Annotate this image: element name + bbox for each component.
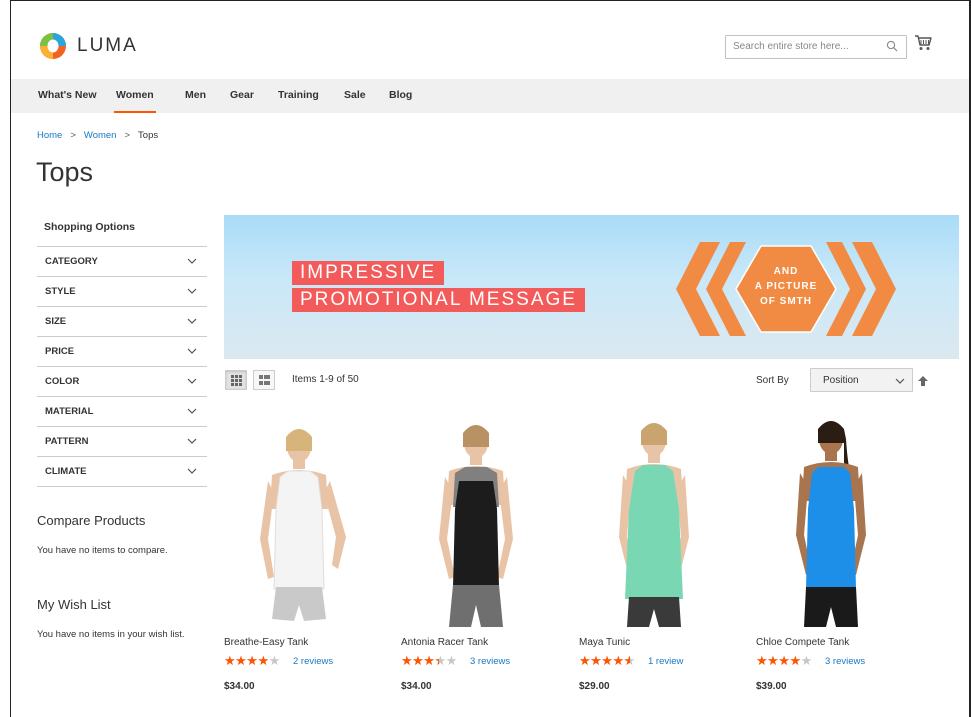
filter-color[interactable]: COLOR — [37, 367, 207, 397]
compare-products-title: Compare Products — [37, 513, 146, 528]
site-header: LUMA — [11, 1, 969, 79]
rating-stars: ★★★★★★★★★★ — [224, 653, 280, 668]
sort-by-value: Position — [823, 375, 859, 386]
chevron-down-icon — [187, 468, 197, 474]
cart-icon[interactable] — [914, 34, 932, 52]
promo-badge-line2: A PICTURE — [755, 281, 818, 292]
product-name[interactable]: Breathe-Easy Tank — [224, 637, 308, 648]
sort-ascending-arrow-icon[interactable] — [918, 376, 928, 386]
breadcrumb-current: Tops — [138, 130, 159, 141]
product-name[interactable]: Antonia Racer Tank — [401, 637, 488, 648]
product-image[interactable] — [401, 409, 551, 629]
product-top — [806, 467, 856, 589]
wishlist-title: My Wish List — [37, 597, 111, 612]
sort-by-label: Sort By — [756, 375, 789, 386]
grid-view-button[interactable] — [225, 370, 247, 390]
promo-hexagon-graphic: AND A PICTURE OF SMTH — [676, 242, 896, 336]
product-rating: ★★★★★★★★★★ 3 reviews — [756, 653, 865, 668]
rating-stars: ★★★★★★★★★★ — [756, 653, 812, 668]
nav-item-men[interactable]: Men — [185, 79, 206, 111]
search-icon[interactable] — [886, 40, 898, 52]
rating-stars: ★★★★★★★★★★ — [401, 653, 457, 668]
filter-climate[interactable]: CLIMATE — [37, 457, 207, 487]
filter-pattern[interactable]: PATTERN — [37, 427, 207, 457]
reviews-link[interactable]: 3 reviews — [825, 656, 865, 667]
product-price: $39.00 — [756, 681, 787, 692]
brand-name: LUMA — [77, 35, 138, 56]
shopping-options-sidebar: Shopping Options CATEGORY STYLE SIZE PRI… — [37, 214, 207, 487]
chevron-down-icon — [187, 348, 197, 354]
logo-link[interactable]: LUMA — [38, 32, 138, 60]
filter-label: STYLE — [45, 286, 76, 297]
filter-size[interactable]: SIZE — [37, 307, 207, 337]
grid-icon — [231, 375, 242, 386]
nav-item-gear[interactable]: Gear — [230, 79, 254, 111]
breadcrumb-separator: > — [124, 130, 131, 141]
chevron-down-icon — [187, 438, 197, 444]
reviews-link[interactable]: 3 reviews — [470, 656, 510, 667]
breadcrumb: Home > Women > Tops — [37, 130, 158, 141]
filter-label: PRICE — [45, 346, 75, 357]
breadcrumb-home[interactable]: Home — [37, 130, 62, 141]
product-image[interactable] — [224, 409, 374, 629]
items-count: Items 1-9 of 50 — [292, 374, 359, 385]
product-price: $29.00 — [579, 681, 610, 692]
wishlist-empty-text: You have no items in your wish list. — [37, 629, 185, 640]
filter-label: CLIMATE — [45, 466, 87, 477]
sort-by-select[interactable]: Position — [810, 368, 913, 392]
main-nav: What's New Women Men Gear Training Sale … — [11, 79, 969, 113]
filter-style[interactable]: STYLE — [37, 277, 207, 307]
filter-label: CATEGORY — [45, 256, 98, 267]
chevron-down-icon — [187, 288, 197, 294]
filter-label: COLOR — [45, 376, 80, 387]
compare-products-empty-text: You have no items to compare. — [37, 545, 168, 556]
promo-headline-line2: PROMOTIONAL MESSAGE — [292, 288, 585, 312]
filter-material[interactable]: MATERIAL — [37, 397, 207, 427]
breadcrumb-separator: > — [70, 130, 76, 141]
filter-label: SIZE — [45, 316, 67, 327]
nav-item-whats-new[interactable]: What's New — [38, 79, 97, 111]
chevron-down-icon — [187, 408, 197, 414]
product-image[interactable] — [579, 409, 729, 629]
chevron-down-icon — [895, 378, 905, 384]
chevron-down-icon — [187, 258, 197, 264]
product-name[interactable]: Chloe Compete Tank — [756, 637, 849, 648]
promo-badge-line3: OF SMTH — [760, 296, 812, 307]
product-top — [453, 481, 499, 587]
product-rating: ★★★★★★★★★★ 2 reviews — [224, 653, 333, 668]
product-image[interactable] — [756, 409, 906, 629]
product-top — [625, 465, 683, 599]
product-top — [273, 470, 325, 590]
filter-label: MATERIAL — [45, 406, 94, 417]
reviews-link[interactable]: 2 reviews — [293, 656, 333, 667]
product-rating: ★★★★★★★★★★ 3 reviews — [401, 653, 510, 668]
filter-price[interactable]: PRICE — [37, 337, 207, 367]
product-price: $34.00 — [401, 681, 432, 692]
promo-banner[interactable]: IMPRESSIVE PROMOTIONAL MESSAGE AND A PIC… — [224, 215, 959, 359]
nav-item-blog[interactable]: Blog — [389, 79, 412, 111]
search-box — [725, 35, 907, 59]
chevron-down-icon — [187, 378, 197, 384]
nav-item-women[interactable]: Women — [114, 79, 156, 113]
page-title: Tops — [36, 157, 94, 187]
product-price: $34.00 — [224, 681, 255, 692]
chevron-down-icon — [187, 318, 197, 324]
search-input[interactable] — [726, 36, 873, 57]
filter-category[interactable]: CATEGORY — [37, 247, 207, 277]
list-icon — [259, 375, 270, 385]
shopping-options-title: Shopping Options — [37, 214, 207, 247]
product-name[interactable]: Maya Tunic — [579, 637, 630, 648]
list-view-button[interactable] — [253, 370, 275, 390]
luma-logo-icon — [40, 33, 66, 59]
breadcrumb-women[interactable]: Women — [84, 130, 117, 141]
filter-label: PATTERN — [45, 436, 89, 447]
rating-stars: ★★★★★★★★★★ — [579, 653, 635, 668]
reviews-link[interactable]: 1 review — [648, 656, 683, 667]
product-rating: ★★★★★ ★★★★★ 1 review — [579, 653, 683, 668]
nav-item-training[interactable]: Training — [278, 79, 319, 111]
promo-headline-line1: IMPRESSIVE — [292, 261, 445, 285]
nav-item-sale[interactable]: Sale — [344, 79, 366, 111]
promo-badge-line1: AND — [774, 266, 799, 277]
